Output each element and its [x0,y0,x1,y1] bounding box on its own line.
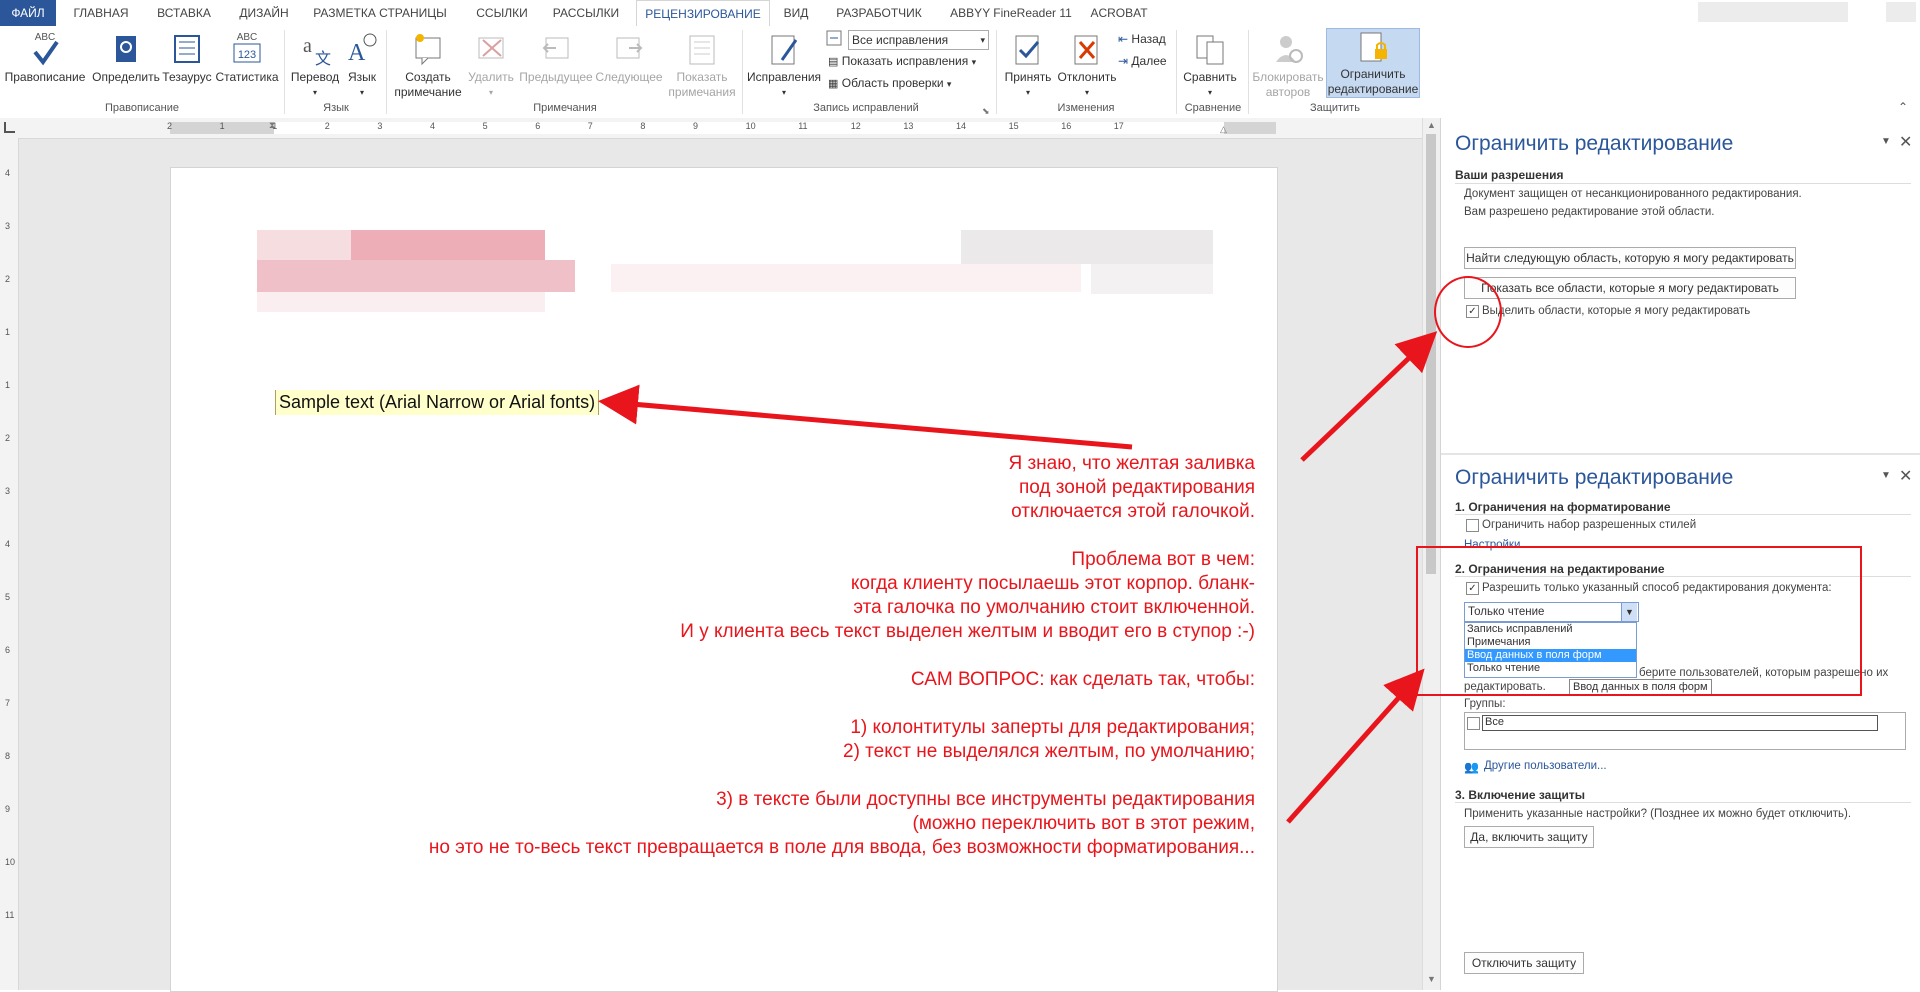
arrow-to-editing-restrictions [1286,668,1425,824]
arrow-to-sample-text [598,384,1133,450]
arrow-to-checkbox [1300,331,1438,462]
annotation-arrows [598,331,1438,824]
